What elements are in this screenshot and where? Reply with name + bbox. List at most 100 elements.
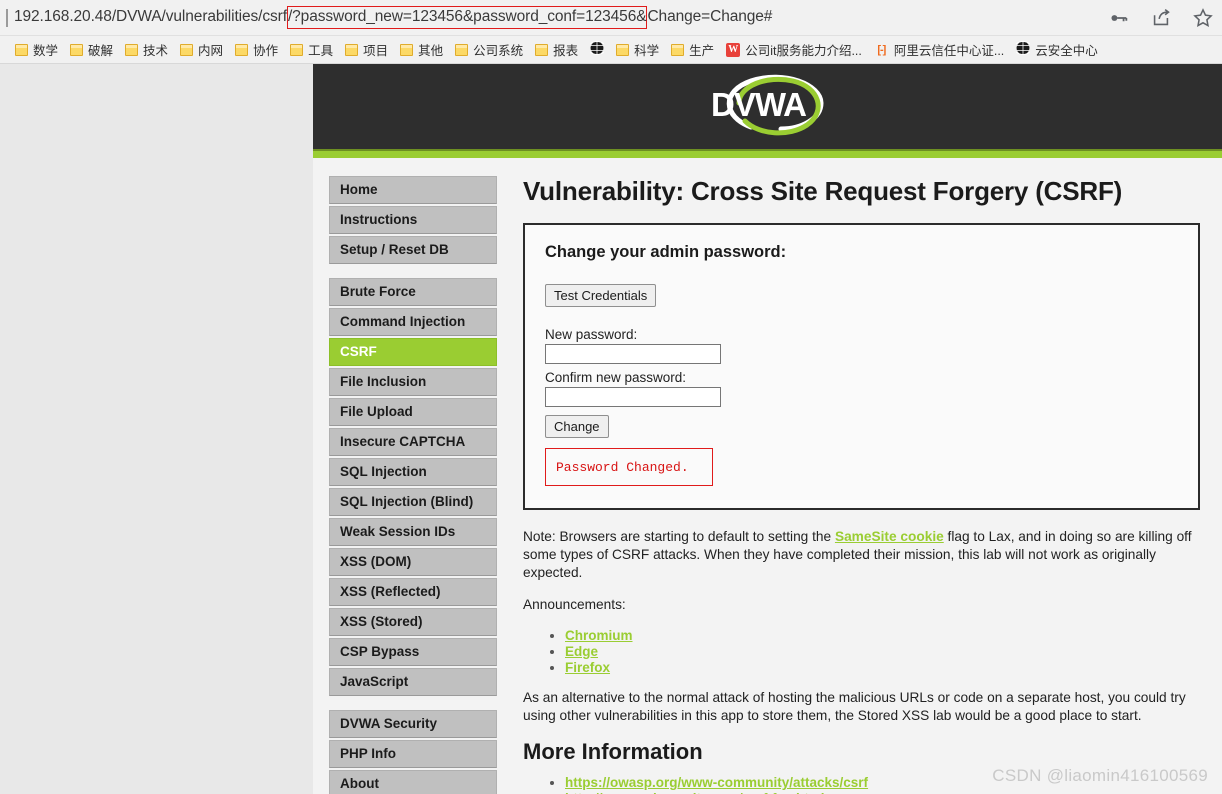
- sidebar-item-csp-bypass[interactable]: CSP Bypass: [329, 638, 497, 666]
- folder-icon: [290, 43, 304, 56]
- bookmark-item[interactable]: 生产: [666, 38, 721, 61]
- browser-chrome: 192.168.20.48/DVWA/vulnerabilities/csrf /…: [0, 0, 1222, 64]
- bookmark-label: 工具: [308, 44, 334, 58]
- sidebar-item-javascript[interactable]: JavaScript: [329, 668, 497, 696]
- sidebar-item-setup-reset-db[interactable]: Setup / Reset DB: [329, 236, 497, 264]
- sidebar-item-xss-dom[interactable]: XSS (DOM): [329, 548, 497, 576]
- star-icon[interactable]: [1192, 7, 1214, 29]
- bookmark-label: 其他: [418, 44, 444, 58]
- sidebar-item-home[interactable]: Home: [329, 176, 497, 204]
- bookmark-item[interactable]: 工具: [285, 38, 340, 61]
- sidebar-item-php-info[interactable]: PHP Info: [329, 740, 497, 768]
- sidebar-item-about[interactable]: About: [329, 770, 497, 794]
- csrf-form-panel: Change your admin password: Test Credent…: [523, 223, 1200, 510]
- bookmark-item[interactable]: 协作: [230, 38, 285, 61]
- folder-icon: [455, 43, 469, 56]
- bookmark-item[interactable]: 内网: [175, 38, 230, 61]
- address-bar-left-edge: [6, 8, 14, 27]
- bookmark-label: 项目: [363, 44, 389, 58]
- sidebar-item-command-injection[interactable]: Command Injection: [329, 308, 497, 336]
- samesite-cookie-link[interactable]: SameSite cookie: [835, 529, 944, 544]
- sidebar-item-instructions[interactable]: Instructions: [329, 206, 497, 234]
- bookmark-item[interactable]: 科学: [611, 38, 666, 61]
- page-viewport: DVWA Home Instructions Setup / Reset DB Bru…: [0, 64, 1222, 794]
- sidebar-item-csrf[interactable]: CSRF: [329, 338, 497, 366]
- sidebar-item-sql-injection[interactable]: SQL Injection: [329, 458, 497, 486]
- sidebar-item-file-upload[interactable]: File Upload: [329, 398, 497, 426]
- form-heading: Change your admin password:: [545, 243, 787, 261]
- bookmarks-bar[interactable]: 数学 破解 技术 内网 协作 工具 项目 其他 公司系统 报表 科学 生产 W 公司it服务能力介绍...…: [0, 36, 1222, 64]
- sidebar-item-insecure-captcha[interactable]: Insecure CAPTCHA: [329, 428, 497, 456]
- sidebar-item-file-inclusion[interactable]: File Inclusion: [329, 368, 497, 396]
- address-bar[interactable]: 192.168.20.48/DVWA/vulnerabilities/csrf /…: [0, 0, 1222, 36]
- folder-icon: [345, 43, 359, 56]
- bookmark-item[interactable]: 项目: [340, 38, 395, 61]
- sidebar-item-dvwa-security[interactable]: DVWA Security: [329, 710, 497, 738]
- bookmark-item[interactable]: 破解: [65, 38, 120, 61]
- globe-icon: [1013, 41, 1034, 58]
- bookmark-item[interactable]: 其他: [395, 38, 450, 61]
- wps-icon: W: [726, 42, 741, 57]
- samesite-note: Note: Browsers are starting to default t…: [523, 528, 1200, 582]
- bookmark-item[interactable]: 数学: [10, 38, 65, 61]
- test-credentials-button[interactable]: Test Credentials: [545, 284, 657, 307]
- list-item: Edge: [565, 644, 1200, 659]
- bookmark-label: 云安全中心: [1035, 44, 1098, 58]
- sidebar-group: DVWA Security PHP Info About: [329, 710, 497, 794]
- dvwa-logo-icon: DVWA: [711, 74, 824, 135]
- sidebar-item-xss-stored[interactable]: XSS (Stored): [329, 608, 497, 636]
- url-prefix: 192.168.20.48/DVWA/vulnerabilities/csrf: [14, 8, 287, 26]
- globe-icon: [587, 41, 607, 58]
- change-password-button[interactable]: Change: [545, 415, 609, 438]
- url-highlighted-params: /?password_new=123456&password_conf=1234…: [286, 6, 648, 29]
- bookmark-label: 公司it服务能力介绍...: [745, 44, 862, 58]
- bookmark-label: 报表: [553, 44, 579, 58]
- bookmark-label: 内网: [198, 44, 224, 58]
- announcement-link[interactable]: Edge: [565, 644, 598, 659]
- sidebar-item-brute-force[interactable]: Brute Force: [329, 278, 497, 306]
- watermark: CSDN @liaomin416100569: [992, 766, 1208, 785]
- folder-icon: [180, 43, 194, 56]
- announcement-link[interactable]: Firefox: [565, 660, 610, 675]
- bookmark-label: 科学: [634, 44, 660, 58]
- announcement-link[interactable]: Chromium: [565, 628, 633, 643]
- bookmark-item[interactable]: [585, 39, 611, 60]
- confirm-password-input[interactable]: [545, 387, 721, 407]
- content-area: Vulnerability: Cross Site Request Forger…: [497, 176, 1222, 794]
- list-item: Chromium: [565, 628, 1200, 643]
- password-changed-text: Password Changed.: [556, 460, 689, 475]
- main-area: Home Instructions Setup / Reset DB Brute Fo…: [313, 158, 1222, 794]
- announcements-heading: Announcements:: [523, 597, 626, 612]
- bookmark-label: 协作: [253, 44, 279, 58]
- folder-icon: [535, 43, 549, 56]
- alternative-note: As an alternative to the normal attack o…: [523, 690, 1186, 723]
- share-icon[interactable]: [1150, 7, 1172, 29]
- key-icon[interactable]: [1108, 7, 1130, 29]
- note-before-link: Note: Browsers are starting to default t…: [523, 529, 835, 544]
- bookmark-label: 数学: [33, 44, 59, 58]
- bookmark-item[interactable]: 技术: [120, 38, 175, 61]
- url-suffix: Change=Change#: [647, 8, 773, 26]
- more-information-heading: More Information: [523, 739, 703, 764]
- bookmark-item[interactable]: [-] 阿里云信任中心证...: [869, 38, 1011, 61]
- bookmark-item[interactable]: 公司系统: [450, 38, 530, 61]
- sidebar-item-weak-session-ids[interactable]: Weak Session IDs: [329, 518, 497, 546]
- folder-icon: [616, 43, 630, 56]
- new-password-input[interactable]: [545, 344, 721, 364]
- address-bar-icons: [1108, 0, 1218, 35]
- svg-text:DVWA: DVWA: [711, 86, 806, 123]
- dvwa-page: DVWA Home Instructions Setup / Reset DB Bru…: [313, 64, 1222, 794]
- bookmark-item[interactable]: 报表: [530, 38, 585, 61]
- folder-icon: [671, 43, 685, 56]
- bookmark-item[interactable]: 云安全中心: [1011, 38, 1105, 61]
- folder-icon: [400, 43, 414, 56]
- url-text[interactable]: 192.168.20.48/DVWA/vulnerabilities/csrf /…: [14, 6, 773, 29]
- sidebar-item-xss-reflected[interactable]: XSS (Reflected): [329, 578, 497, 606]
- sidebar-item-sql-injection-blind[interactable]: SQL Injection (Blind): [329, 488, 497, 516]
- more-information-link[interactable]: https://owasp.org/www-community/attacks/…: [565, 775, 868, 790]
- sidebar: Home Instructions Setup / Reset DB Brute Fo…: [313, 176, 497, 794]
- sidebar-group: Brute Force Command Injection CSRF File Inc…: [329, 278, 497, 696]
- new-password-label: New password:: [545, 327, 638, 342]
- bookmark-item[interactable]: W 公司it服务能力介绍...: [721, 38, 869, 61]
- bookmark-label: 破解: [88, 44, 114, 58]
